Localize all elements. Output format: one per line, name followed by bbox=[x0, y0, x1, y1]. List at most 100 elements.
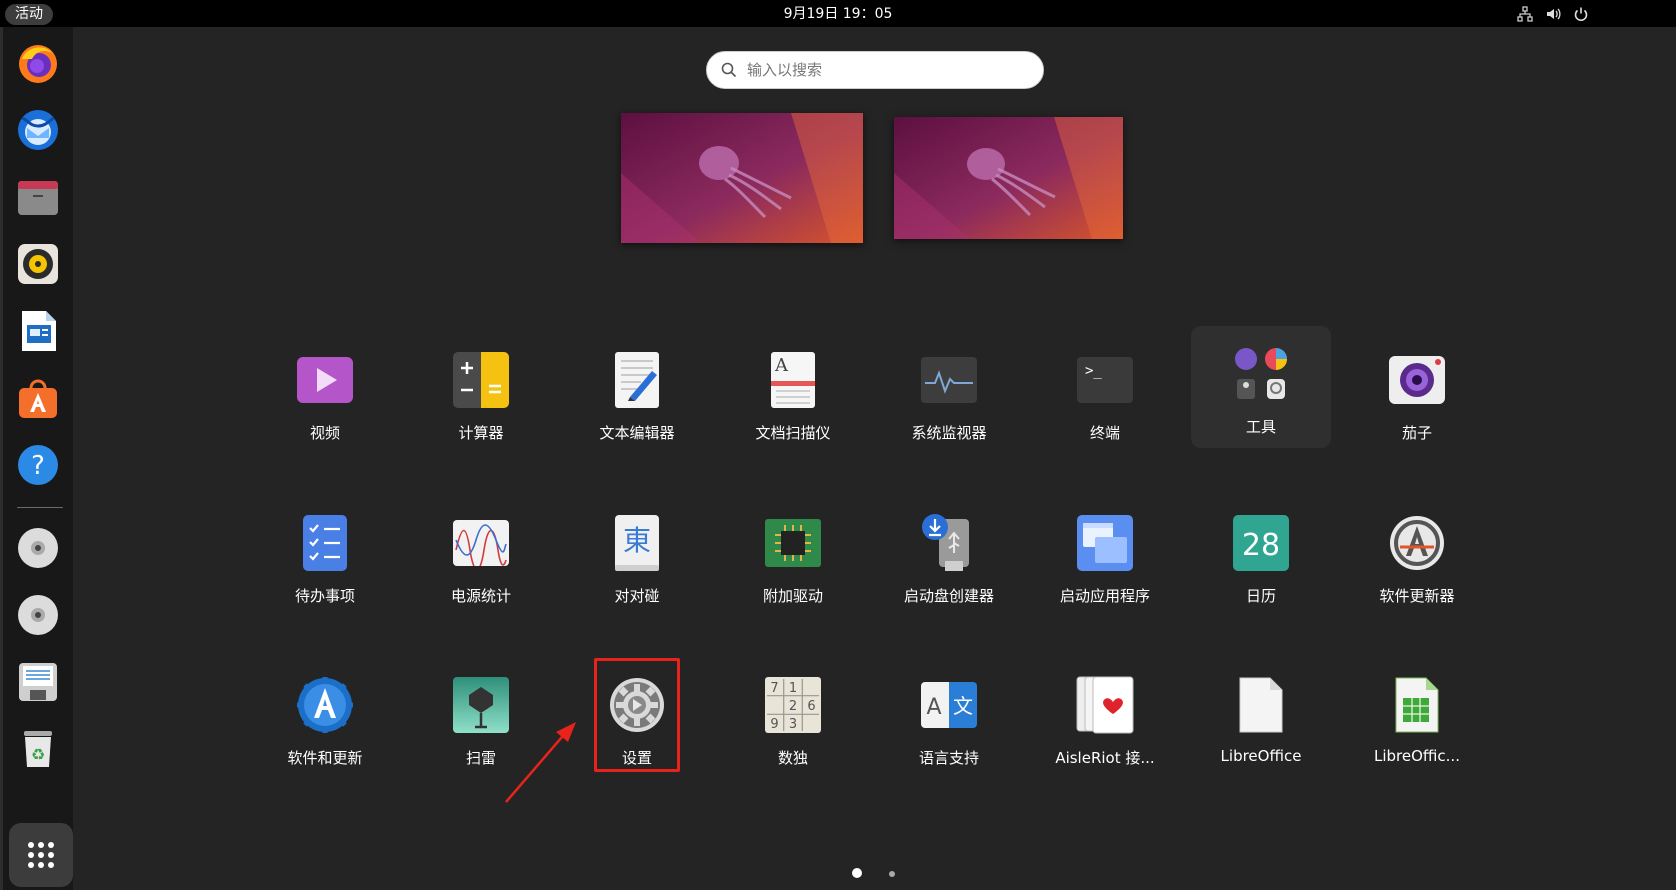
app-calculator[interactable]: 计算器 bbox=[411, 330, 551, 448]
svg-text:7: 7 bbox=[770, 681, 778, 696]
svg-text:3: 3 bbox=[789, 717, 797, 732]
firefox-icon[interactable] bbox=[15, 40, 61, 86]
app-terminal[interactable]: >_ 终端 bbox=[1035, 330, 1175, 448]
annotation-arrow bbox=[505, 722, 576, 803]
todo-checklist-icon bbox=[295, 513, 355, 573]
svg-text:文: 文 bbox=[953, 694, 973, 718]
app-label: 电源统计 bbox=[450, 587, 511, 605]
workspace-thumbnail-2[interactable] bbox=[894, 117, 1123, 239]
app-startup-applications[interactable]: 启动应用程序 bbox=[1035, 493, 1175, 611]
language-support-icon: A文 bbox=[919, 675, 979, 735]
sudoku-grid-icon: 7 1 2 6 9 3 bbox=[763, 675, 823, 735]
dock: ? ♻ bbox=[0, 27, 73, 890]
app-label: 文档扫描仪 bbox=[755, 424, 831, 442]
rhythmbox-icon[interactable] bbox=[15, 241, 61, 287]
text-editor-icon bbox=[607, 350, 667, 410]
libreoffice-icon bbox=[1231, 675, 1291, 735]
app-label: 文本编辑器 bbox=[599, 424, 675, 442]
thunderbird-icon[interactable] bbox=[15, 107, 61, 153]
app-software-properties[interactable]: 软件和更新 bbox=[255, 655, 395, 773]
app-libreoffice-calc[interactable]: LibreOffic... bbox=[1347, 655, 1487, 773]
app-text-editor[interactable]: 文本编辑器 bbox=[567, 330, 707, 448]
svg-text:東: 東 bbox=[623, 524, 651, 557]
show-applications-button[interactable] bbox=[9, 823, 73, 887]
app-system-monitor[interactable]: 系统监视器 bbox=[879, 330, 1019, 448]
app-cheese[interactable]: 茄子 bbox=[1347, 330, 1487, 448]
power-statistics-icon bbox=[451, 513, 511, 573]
search-input[interactable] bbox=[747, 61, 1007, 79]
app-software-updater[interactable]: 软件更新器 bbox=[1347, 493, 1487, 611]
app-additional-drivers[interactable]: 附加驱动 bbox=[723, 493, 863, 611]
app-label: 软件更新器 bbox=[1379, 587, 1455, 605]
dvd-drive-icon[interactable] bbox=[15, 592, 61, 638]
app-label: LibreOffice bbox=[1220, 747, 1302, 765]
volume-icon[interactable] bbox=[1545, 6, 1561, 22]
chip-icon bbox=[763, 513, 823, 573]
svg-text:9: 9 bbox=[770, 717, 778, 732]
app-label: 视频 bbox=[309, 424, 340, 442]
app-folder-tools[interactable]: 工具 bbox=[1191, 326, 1331, 448]
libreoffice-writer-icon[interactable] bbox=[15, 308, 61, 354]
svg-text:A: A bbox=[774, 355, 789, 376]
app-label: 语言支持 bbox=[918, 749, 979, 767]
app-grid-icon bbox=[28, 842, 54, 868]
page-indicator-1[interactable] bbox=[852, 868, 862, 878]
search-field[interactable] bbox=[706, 51, 1044, 89]
app-label: 软件和更新 bbox=[287, 749, 363, 767]
app-videos[interactable]: 视频 bbox=[255, 330, 395, 448]
software-updater-icon bbox=[1387, 513, 1447, 573]
help-icon[interactable]: ? bbox=[15, 442, 61, 488]
app-startup-disk-creator[interactable]: 启动盘创建器 bbox=[879, 493, 1019, 611]
floppy-drive-icon[interactable] bbox=[15, 659, 61, 705]
playing-cards-icon bbox=[1075, 675, 1135, 735]
dvd-drive-icon[interactable] bbox=[15, 525, 61, 571]
svg-text:?: ? bbox=[31, 451, 45, 481]
app-sudoku[interactable]: 7 1 2 6 9 3 数独 bbox=[723, 655, 863, 773]
search-icon bbox=[721, 62, 737, 78]
app-mahjongg[interactable]: 東 对对碰 bbox=[567, 493, 707, 611]
svg-text:2: 2 bbox=[789, 699, 797, 714]
workspace-thumbnail-1[interactable] bbox=[621, 113, 863, 243]
highlight-box bbox=[594, 658, 680, 772]
app-language-support[interactable]: A文 语言支持 bbox=[879, 655, 1019, 773]
app-calendar[interactable]: 28 日历 bbox=[1191, 493, 1331, 611]
app-todo[interactable]: 待办事项 bbox=[255, 493, 395, 611]
software-center-icon[interactable] bbox=[15, 375, 61, 421]
usb-drive-icon bbox=[919, 513, 979, 573]
app-label: 对对碰 bbox=[614, 587, 660, 605]
svg-text:♻: ♻ bbox=[31, 745, 45, 764]
libreoffice-calc-icon bbox=[1387, 675, 1447, 735]
app-label: LibreOffic... bbox=[1374, 747, 1460, 765]
app-label: 启动盘创建器 bbox=[903, 587, 994, 605]
app-label: 工具 bbox=[1245, 418, 1276, 436]
power-icon[interactable] bbox=[1573, 6, 1589, 22]
app-label: 待办事项 bbox=[294, 587, 355, 605]
app-libreoffice[interactable]: LibreOffice bbox=[1191, 655, 1331, 773]
app-power-statistics[interactable]: 电源统计 bbox=[411, 493, 551, 611]
svg-text:A: A bbox=[926, 695, 941, 720]
svg-text:28: 28 bbox=[1242, 528, 1280, 563]
startup-applications-icon bbox=[1075, 513, 1135, 573]
calculator-icon bbox=[451, 350, 511, 410]
svg-text:6: 6 bbox=[807, 699, 815, 714]
calendar-icon: 28 bbox=[1231, 513, 1291, 573]
app-aisleriot[interactable]: AisleRiot 接... bbox=[1035, 655, 1175, 773]
app-label: AisleRiot 接... bbox=[1055, 749, 1155, 767]
svg-text:>_: >_ bbox=[1085, 363, 1102, 379]
page-indicator-2[interactable] bbox=[889, 871, 895, 877]
software-properties-icon bbox=[295, 675, 355, 735]
files-icon[interactable] bbox=[15, 174, 61, 220]
app-label: 茄子 bbox=[1401, 424, 1432, 442]
app-label: 启动应用程序 bbox=[1059, 587, 1150, 605]
trash-icon[interactable]: ♻ bbox=[15, 726, 61, 772]
network-icon[interactable] bbox=[1517, 6, 1533, 22]
app-label: 日历 bbox=[1245, 587, 1276, 605]
app-label: 系统监视器 bbox=[911, 424, 987, 442]
app-label: 扫雷 bbox=[465, 749, 496, 767]
folder-icon bbox=[1231, 344, 1291, 404]
dock-separator bbox=[17, 507, 63, 508]
app-label: 数独 bbox=[777, 749, 808, 767]
app-label: 附加驱动 bbox=[762, 587, 823, 605]
clock[interactable]: 9月19日 19：05 bbox=[0, 0, 1676, 29]
app-document-scanner[interactable]: A 文档扫描仪 bbox=[723, 330, 863, 448]
